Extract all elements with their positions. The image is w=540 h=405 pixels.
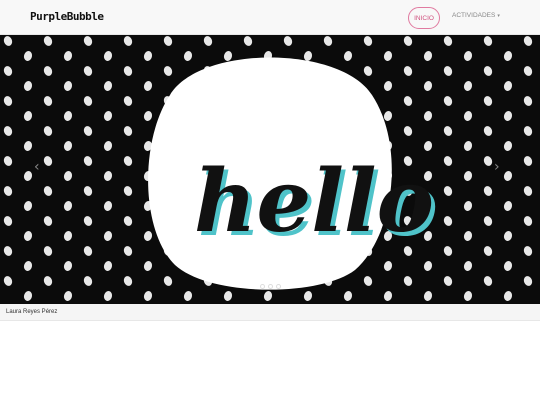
footer-author: Laura Reyes Pérez [6,309,58,315]
brand-logo[interactable]: PurpleBubble [30,10,104,23]
chevron-left-icon[interactable]: ‹ [34,159,40,175]
hello-script-text: hello [194,151,434,252]
slide-image: hello hello [0,35,540,304]
nav-home-label: INICIO [414,14,434,22]
hero-carousel[interactable]: hello hello ‹ › [0,35,540,304]
caret-down-icon: ▾ [497,12,500,19]
nav-activities-dropdown[interactable]: ACTIVIDADES ▾ [452,12,500,19]
carousel-indicators [260,284,281,289]
chevron-right-icon[interactable]: › [494,159,500,175]
footer: Laura Reyes Pérez [0,304,540,321]
carousel-indicator[interactable] [268,284,273,289]
carousel-indicator[interactable] [260,284,265,289]
nav-home-link[interactable]: INICIO [408,7,440,29]
nav-activities-label: ACTIVIDADES [452,12,496,19]
navbar: PurpleBubble INICIO ACTIVIDADES ▾ [0,0,540,35]
carousel-indicator[interactable] [276,284,281,289]
